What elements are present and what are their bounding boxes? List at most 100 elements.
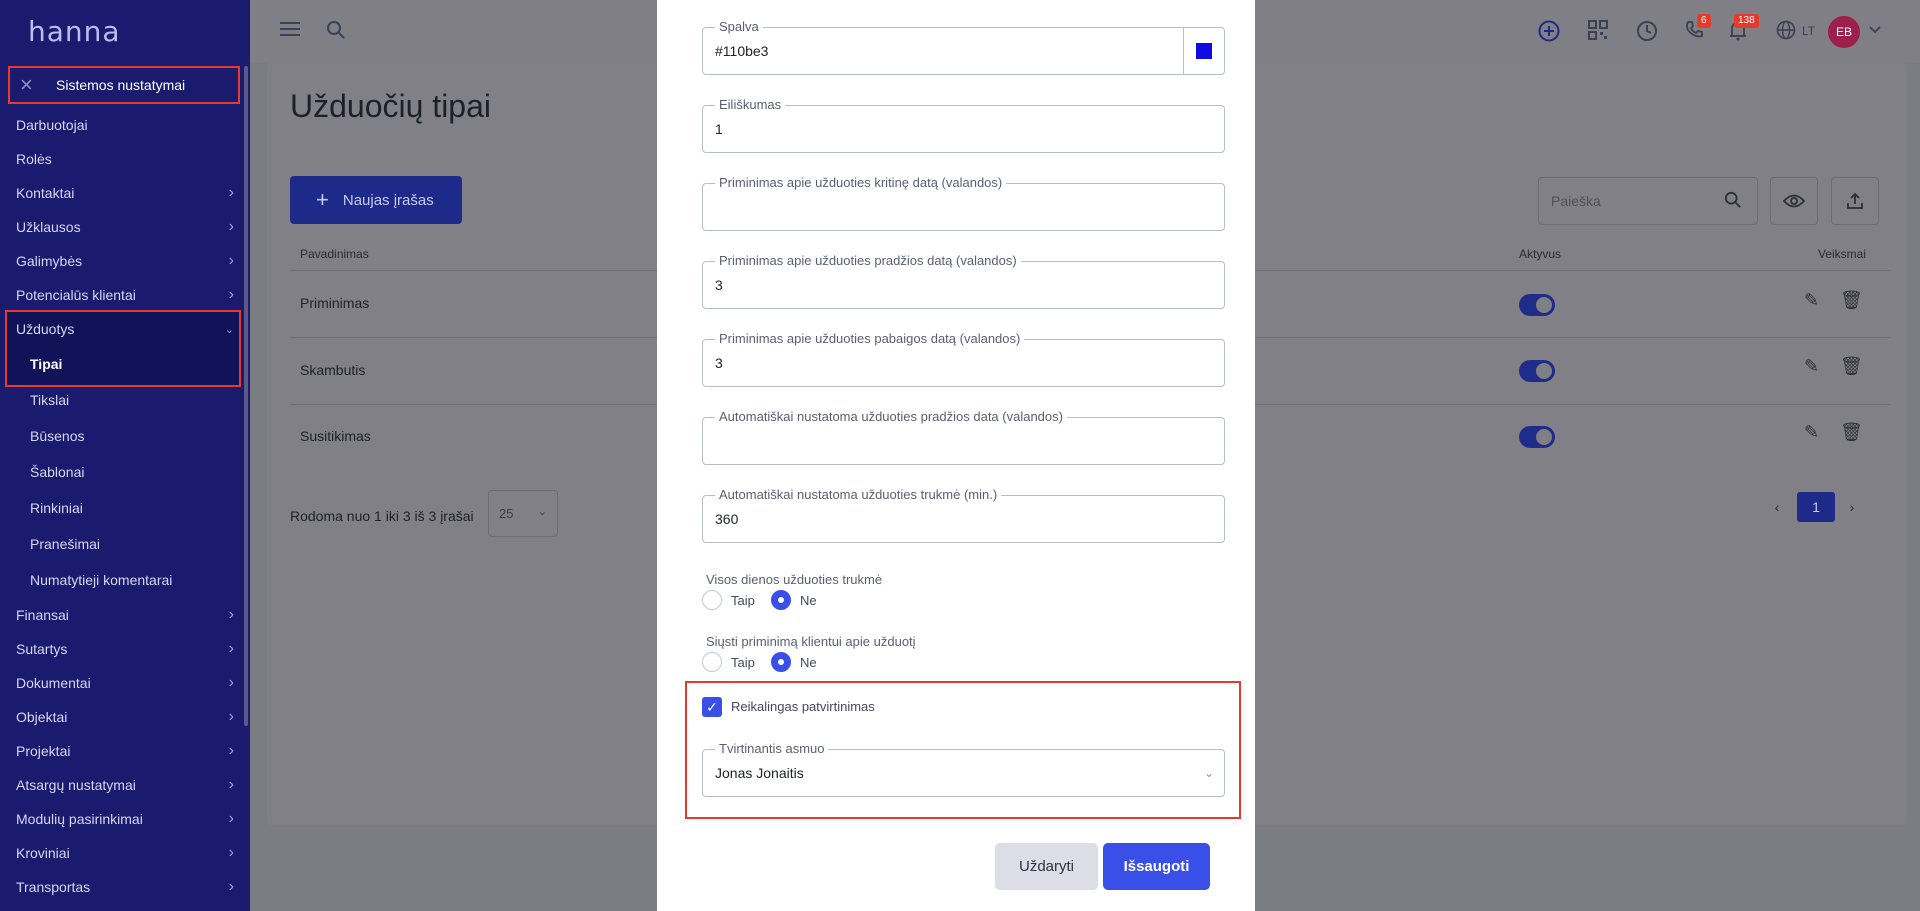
close-button[interactable]: Uždaryti [995,843,1098,890]
color-swatch [1196,43,1212,59]
new-record-button[interactable]: + Naujas įrašas [290,176,462,224]
approval-label: Reikalingas patvirtinimas [731,699,875,714]
sidebar-item-label: Galimybės [16,253,83,269]
end-reminder-input[interactable]: 3 [715,355,723,371]
sidebar-section-title: Sistemos nustatymai [56,77,186,93]
sidebar-item[interactable]: Šablonai [30,460,234,484]
active-toggle[interactable] [1519,426,1555,448]
chevron-down-icon[interactable] [1868,22,1882,41]
sidebar-item[interactable]: Transportas › [16,875,234,899]
sidebar-item[interactable]: Rolės [16,147,234,171]
auto-start-field[interactable]: Automatiškai nustatoma užduoties pradžio… [702,409,1225,465]
approver-value: Jonas Jonaitis [715,765,804,781]
visibility-button[interactable] [1770,177,1818,225]
sidebar-item-label: Modulių pasirinkimai [16,811,143,827]
sidebar-item[interactable]: Tikslai [30,388,234,412]
chevron-down-icon: ⌄ [1203,766,1214,780]
active-toggle[interactable] [1519,360,1555,382]
auto-duration-input[interactable]: 360 [715,511,738,527]
chevron-right-icon: › [228,844,234,861]
save-button[interactable]: Išsaugoti [1103,843,1210,890]
prev-page-button[interactable]: ‹ [1758,492,1796,522]
search-icon[interactable] [326,20,346,46]
sidebar-item[interactable]: Sutartys › [16,637,234,661]
avatar[interactable]: EB [1828,16,1860,48]
color-field[interactable]: Spalva #110be3 [702,19,1225,75]
sidebar-item-label: Numatytieji komentarai [30,572,173,588]
search-icon[interactable] [1724,191,1742,214]
next-page-button[interactable]: › [1833,492,1871,522]
menu-icon[interactable] [280,20,300,44]
language-label[interactable]: LT [1802,24,1815,38]
sidebar-item-label: Rinkiniai [30,500,83,516]
order-field[interactable]: Eiliškumas 1 [702,97,1225,153]
export-button[interactable] [1831,177,1879,225]
add-circle-icon[interactable] [1538,20,1560,48]
critical-reminder-label: Priminimas apie užduoties kritinę datą (… [715,175,1007,190]
sidebar-section-header[interactable]: × Sistemos nustatymai [8,66,240,104]
sidebar-item[interactable]: Potencialūs klientai › [16,283,234,307]
delete-icon[interactable]: 🗑 [1840,422,1863,443]
close-icon[interactable]: × [20,74,40,96]
end-reminder-field[interactable]: Priminimas apie užduoties pabaigos datą … [702,331,1225,387]
edit-icon[interactable]: ✎ [1804,290,1819,311]
sidebar-item[interactable]: Galimybės › [16,249,234,273]
start-reminder-input[interactable]: 3 [715,277,723,293]
sidebar-item-label: Projektai [16,743,71,759]
edit-icon[interactable]: ✎ [1804,422,1819,443]
column-header-name[interactable]: Pavadinimas [300,247,369,261]
sidebar-item[interactable]: Darbuotojai [16,113,234,137]
critical-reminder-field[interactable]: Priminimas apie užduoties kritinę datą (… [702,175,1225,231]
auto-duration-field[interactable]: Automatiškai nustatoma užduoties trukmė … [702,487,1225,543]
start-reminder-field[interactable]: Priminimas apie užduoties pradžios datą … [702,253,1225,309]
order-input[interactable]: 1 [715,121,723,137]
chevron-right-icon: › [228,742,234,759]
sidebar-item[interactable]: Rinkiniai [30,496,234,520]
sidebar: hanna × Sistemos nustatymai Darbuotojai R… [0,0,250,911]
column-header-active[interactable]: Aktyvus [1519,247,1561,261]
chevron-right-icon: › [228,708,234,725]
table-row-name: Skambutis [300,362,366,378]
sidebar-item-label: Dokumentai [16,675,91,691]
sidebar-item[interactable]: Finansai › [16,603,234,627]
sidebar-item[interactable]: Projektai › [16,739,234,763]
sidebar-item[interactable]: Modulių pasirinkimai › [16,807,234,831]
sidebar-item-label: Kroviniai [16,845,70,861]
sidebar-item[interactable]: Būsenos [30,424,234,448]
page-title: Užduočių tipai [290,88,491,124]
globe-icon[interactable] [1776,20,1796,46]
approver-select[interactable]: Tvirtinantis asmuo Jonas Jonaitis ⌄ [702,741,1225,797]
sidebar-item[interactable]: Numatytieji komentarai [30,568,234,592]
sidebar-item[interactable]: Kontaktai › [16,181,234,205]
sidebar-item[interactable]: Užduotys ⌄ [16,317,234,341]
color-picker-button[interactable] [1183,28,1224,74]
qr-code-icon[interactable] [1588,20,1608,46]
color-input[interactable]: #110be3 [715,43,768,59]
sidebar-item-label: Šablonai [30,464,85,480]
sidebar-item[interactable]: Tipai [30,352,234,376]
table-row-name: Susitikimas [300,428,371,444]
clock-icon[interactable] [1636,20,1658,48]
sidebar-item[interactable]: Kroviniai › [16,841,234,865]
sidebar-item[interactable]: Atsargų nustatymai › [16,773,234,797]
page-button-current[interactable]: 1 [1797,492,1835,522]
all-day-no-radio[interactable] [771,590,791,610]
auto-duration-label: Automatiškai nustatoma užduoties trukmė … [715,487,1002,502]
sidebar-item[interactable]: Užklausos › [16,215,234,239]
page-size-select[interactable]: 25 ⌄ [488,490,558,537]
edit-icon[interactable]: ✎ [1804,356,1819,377]
sidebar-item[interactable]: Pranešimai [30,532,234,556]
send-reminder-no-radio[interactable] [771,652,791,672]
delete-icon[interactable]: 🗑 [1840,290,1863,311]
approval-checkbox[interactable]: ✓ [702,697,722,717]
send-reminder-yes-radio[interactable] [702,652,722,672]
chevron-right-icon: › [228,252,234,269]
sidebar-item-label: Transportas [16,879,91,895]
active-toggle[interactable] [1519,294,1555,316]
page-size-value: 25 [499,506,514,521]
delete-icon[interactable]: 🗑 [1840,356,1863,377]
sidebar-scrollbar[interactable] [244,66,248,726]
all-day-yes-radio[interactable] [702,590,722,610]
sidebar-item[interactable]: Dokumentai › [16,671,234,695]
sidebar-item[interactable]: Objektai › [16,705,234,729]
